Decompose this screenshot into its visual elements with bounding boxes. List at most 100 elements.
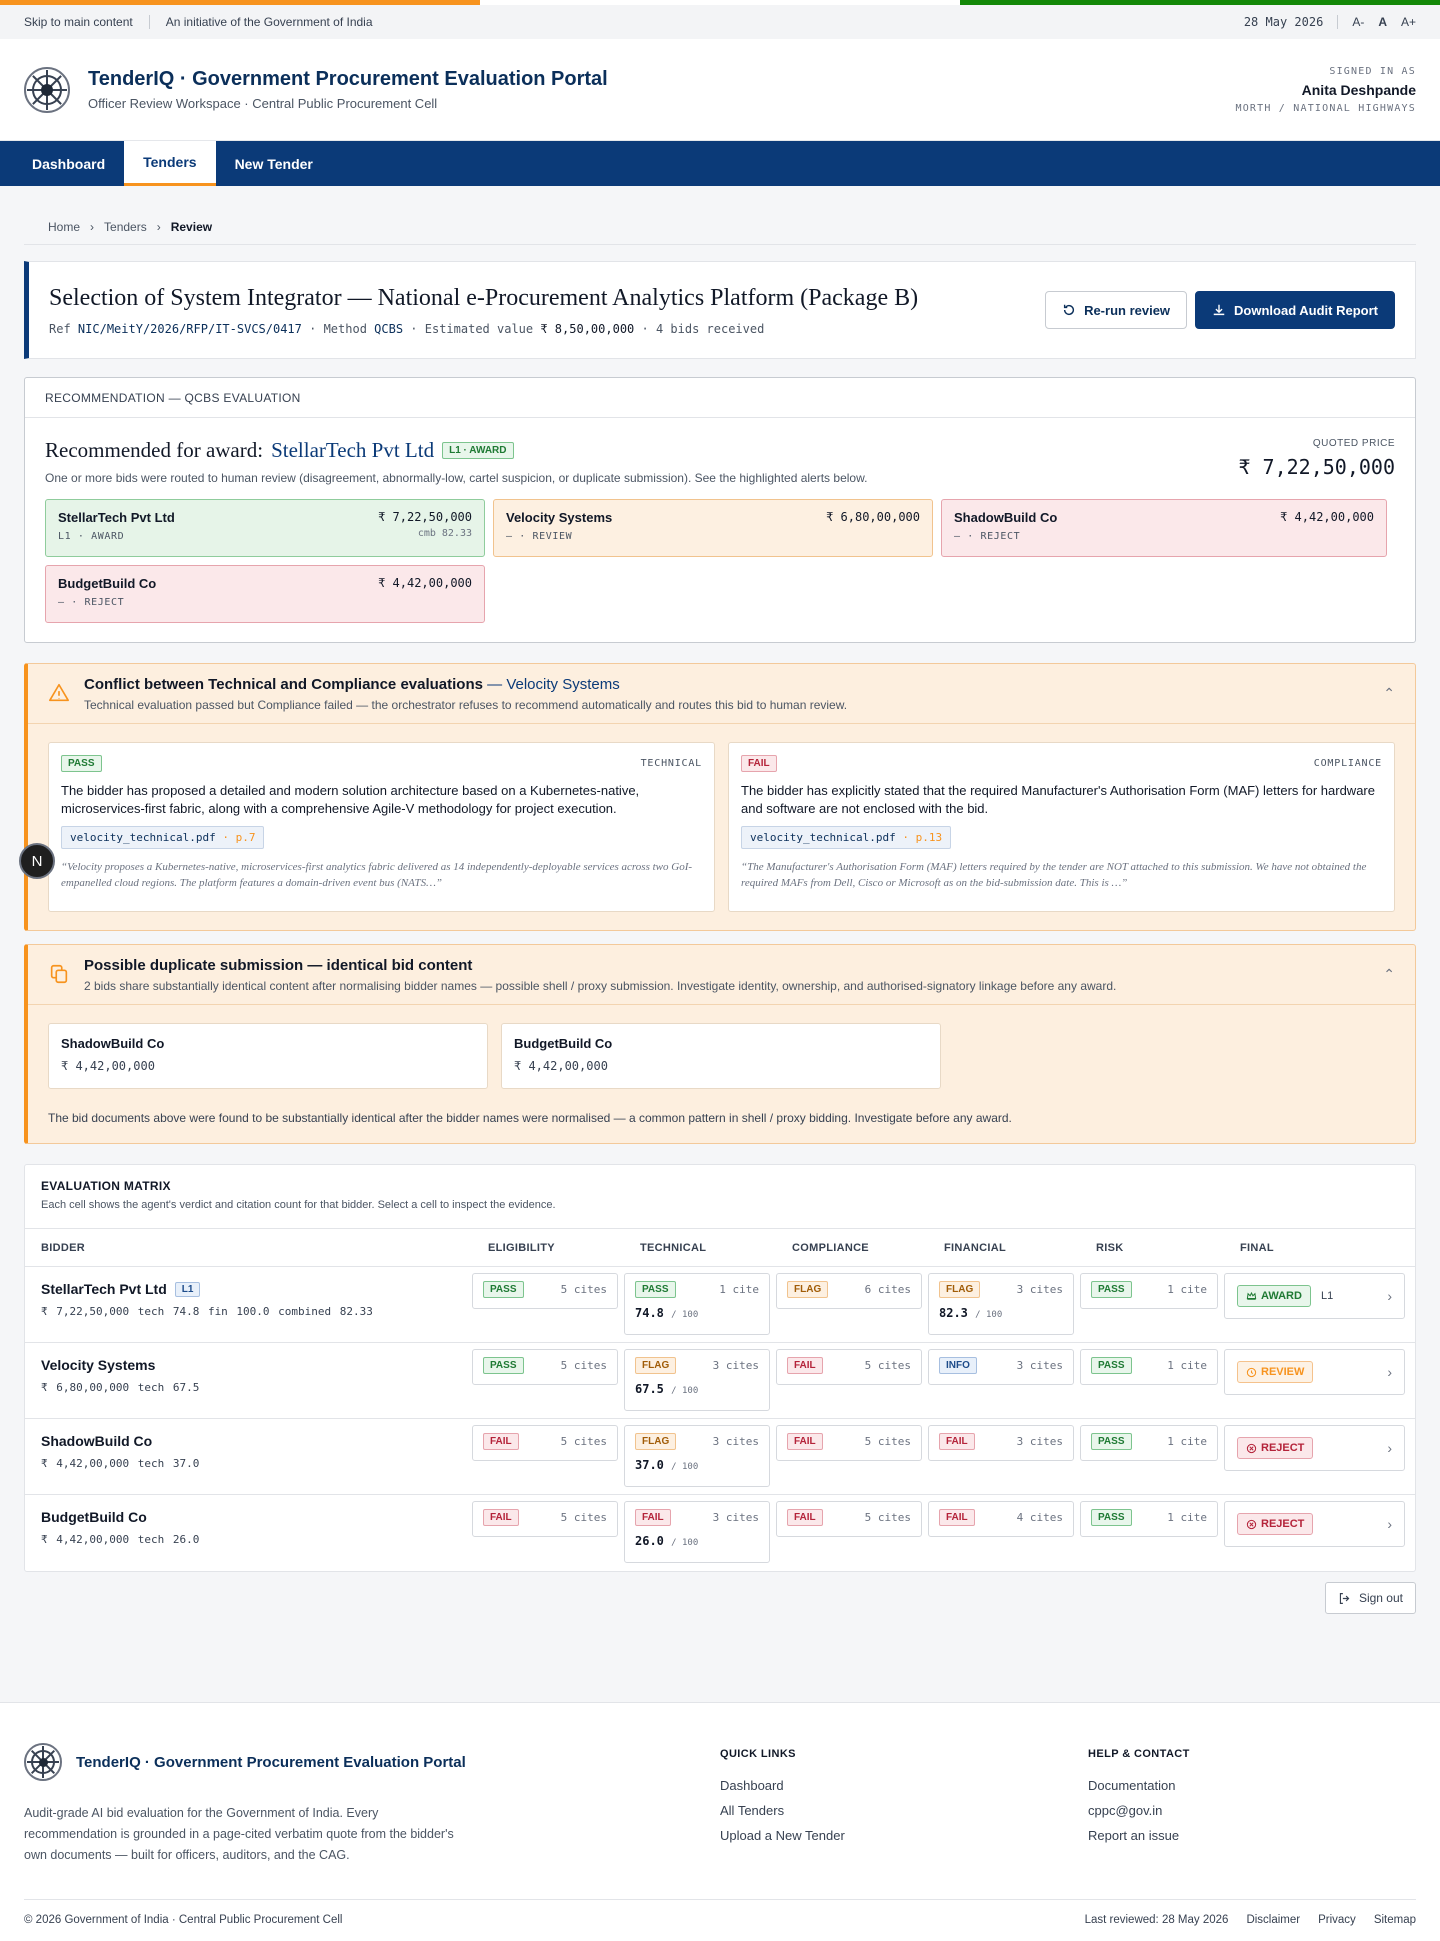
verdict-cell-technical[interactable]: FLAG 3 cites 37.0 / 100 [624, 1425, 770, 1487]
final-verdict-cell[interactable]: REVIEW › [1224, 1349, 1405, 1395]
cite-count: 5 cites [864, 1511, 911, 1524]
column-header: FINANCIAL [944, 1241, 1006, 1254]
bidder-cell: ShadowBuild Co ₹ 4,42,00,000 tech 37.0 [25, 1425, 472, 1494]
final-verdict-cell[interactable]: REJECT › [1224, 1425, 1405, 1471]
duplicate-bid-card[interactable]: BudgetBuild Co ₹ 4,42,00,000 [501, 1023, 941, 1089]
bid-price: ₹ 6,80,00,000 [826, 510, 920, 524]
bid-card[interactable]: StellarTech Pvt Ltd L1 · AWARD ₹ 7,22,50,… [45, 499, 485, 557]
footer-link-sitemap[interactable]: Sitemap [1374, 1914, 1416, 1926]
chevron-up-icon[interactable]: ⌃ [1383, 966, 1395, 983]
font-decrease-button[interactable]: A- [1352, 15, 1364, 29]
bid-card[interactable]: ShadowBuild Co — · REJECT ₹ 4,42,00,000 [941, 499, 1387, 557]
evidence-quote: “Velocity proposes a Kubernetes-native, … [61, 861, 693, 889]
bidder-name: StellarTech Pvt Ltd L1 [41, 1281, 456, 1297]
award-badge: L1 · AWARD [442, 442, 514, 459]
duplicate-title: Possible duplicate submission — identica… [84, 956, 473, 974]
verdict-cell-eligibility[interactable]: PASS 5 cites [472, 1273, 618, 1309]
footer-link-email[interactable]: cppc@gov.in [1088, 1803, 1190, 1818]
footer-link-all-tenders[interactable]: All Tenders [720, 1803, 1088, 1818]
site-footer: TenderIQ · Government Procurement Evalua… [0, 1702, 1440, 1941]
cite-count: 4 cites [1016, 1511, 1063, 1524]
verdict-cell-financial[interactable]: INFO 3 cites [928, 1349, 1074, 1385]
conflict-bidder: Velocity Systems [506, 675, 620, 693]
verdict-cell-eligibility[interactable]: FAIL 5 cites [472, 1501, 618, 1537]
nav-tenders[interactable]: Tenders [124, 141, 216, 186]
help-heading: HELP & CONTACT [1088, 1748, 1190, 1760]
verdict-cell-risk[interactable]: PASS 1 cite [1080, 1425, 1218, 1461]
score: 67.5 / 100 [635, 1382, 699, 1396]
footer-link-dashboard[interactable]: Dashboard [720, 1778, 1088, 1793]
duplicate-bid-card[interactable]: ShadowBuild Co ₹ 4,42,00,000 [48, 1023, 488, 1089]
technical-evidence-card[interactable]: PASS TECHNICAL The bidder has proposed a … [48, 742, 715, 912]
verdict-cell-risk[interactable]: PASS 1 cite [1080, 1273, 1218, 1309]
cite-count: 5 cites [864, 1359, 911, 1372]
verdict-cell-compliance[interactable]: FAIL 5 cites [776, 1501, 922, 1537]
verdict-cell-technical[interactable]: PASS 1 cite 74.8 / 100 [624, 1273, 770, 1335]
verdict-cell-risk[interactable]: PASS 1 cite [1080, 1501, 1218, 1537]
compliance-evidence-card[interactable]: FAIL COMPLIANCE The bidder has explicitly… [728, 742, 1395, 912]
cite-count: 1 cite [1167, 1283, 1207, 1296]
final-rank: L1 [1320, 1290, 1334, 1302]
matrix-subtitle: Each cell shows the agent's verdict and … [41, 1199, 556, 1211]
verdict-badge: FAIL [787, 1509, 823, 1526]
bid-card[interactable]: Velocity Systems — · REVIEW ₹ 6,80,00,000 [493, 499, 933, 557]
final-verdict-cell[interactable]: REJECT › [1224, 1501, 1405, 1547]
bid-name: ShadowBuild Co [61, 1036, 165, 1051]
verdict-cell-compliance[interactable]: FAIL 5 cites [776, 1349, 922, 1385]
ashoka-chakra-icon [24, 1743, 62, 1781]
x-circle-icon [1246, 1519, 1257, 1529]
verdict-cell-financial[interactable]: FAIL 4 cites [928, 1501, 1074, 1537]
column-header: RISK [1096, 1241, 1124, 1254]
bid-status: — · REVIEW [506, 531, 573, 542]
final-verdict-badge: REJECT [1237, 1513, 1314, 1535]
final-verdict-cell[interactable]: AWARD L1 › [1224, 1273, 1405, 1319]
rerun-review-button[interactable]: Re-run review [1045, 291, 1188, 329]
verdict-cell-compliance[interactable]: FLAG 6 cites [776, 1273, 922, 1309]
verdict-cell-financial[interactable]: FAIL 3 cites [928, 1425, 1074, 1461]
verdict-cell-eligibility[interactable]: FAIL 5 cites [472, 1425, 618, 1461]
recommendation-card: RECOMMENDATION — QCBS EVALUATION Recomme… [24, 377, 1416, 643]
breadcrumb-home[interactable]: Home [48, 220, 80, 234]
tender-summary: Selection of System Integrator — Nationa… [24, 261, 1416, 359]
evaluation-kind: TECHNICAL [640, 758, 702, 769]
user-info: SIGNED IN AS Anita Deshpande MORTH / NAT… [1235, 66, 1416, 114]
citation-chip[interactable]: velocity_technical.pdf · p.7 [61, 826, 265, 849]
footer-link-upload[interactable]: Upload a New Tender [720, 1828, 1088, 1843]
nav-new-tender[interactable]: New Tender [216, 141, 332, 186]
footer-link-disclaimer[interactable]: Disclaimer [1246, 1914, 1300, 1926]
verdict-cell-risk[interactable]: PASS 1 cite [1080, 1349, 1218, 1385]
sign-out-button[interactable]: Sign out [1324, 1582, 1416, 1614]
verdict-badge: PASS [61, 755, 102, 772]
font-normal-button[interactable]: A [1378, 15, 1387, 29]
bid-card[interactable]: BudgetBuild Co — · REJECT ₹ 4,42,00,000 [45, 565, 485, 623]
column-header: BIDDER [41, 1241, 85, 1254]
cite-count: 3 cites [1016, 1283, 1063, 1296]
conflict-alert: Conflict between Technical and Complianc… [24, 663, 1416, 931]
recommendation-note: One or more bids were routed to human re… [45, 471, 868, 485]
verdict-cell-financial[interactable]: FLAG 3 cites 82.3 / 100 [928, 1273, 1074, 1335]
download-audit-report-button[interactable]: Download Audit Report [1195, 291, 1395, 329]
verdict-cell-technical[interactable]: FAIL 3 cites 26.0 / 100 [624, 1501, 770, 1563]
verdict-cell-compliance[interactable]: FAIL 5 cites [776, 1425, 922, 1461]
breadcrumb-tenders[interactable]: Tenders [104, 220, 147, 234]
chevron-right-icon: › [1387, 1364, 1392, 1380]
cite-count: 5 cites [560, 1435, 607, 1448]
portal-subtitle: Officer Review Workspace · Central Publi… [88, 96, 438, 111]
bid-price: ₹ 4,42,00,000 [378, 576, 472, 590]
initiative-text: An initiative of the Government of India [165, 15, 373, 29]
skip-link[interactable]: Skip to main content [24, 15, 133, 29]
verdict-cell-eligibility[interactable]: PASS 5 cites [472, 1349, 618, 1385]
chevron-up-icon[interactable]: ⌃ [1383, 685, 1395, 702]
bid-price: ₹ 4,42,00,000 [61, 1059, 155, 1073]
footer-link-privacy[interactable]: Privacy [1318, 1914, 1356, 1926]
nav-dashboard[interactable]: Dashboard [13, 141, 124, 186]
score: 74.8 / 100 [635, 1306, 699, 1320]
verdict-cell-technical[interactable]: FLAG 3 cites 67.5 / 100 [624, 1349, 770, 1411]
footer-link-documentation[interactable]: Documentation [1088, 1778, 1190, 1793]
citation-chip[interactable]: velocity_technical.pdf · p.13 [741, 826, 952, 849]
font-increase-button[interactable]: A+ [1401, 15, 1416, 29]
verdict-badge: PASS [1091, 1357, 1132, 1374]
footer-link-report-issue[interactable]: Report an issue [1088, 1828, 1190, 1843]
user-avatar[interactable]: N [19, 843, 55, 879]
last-reviewed: Last reviewed: 28 May 2026 [1084, 1914, 1229, 1926]
